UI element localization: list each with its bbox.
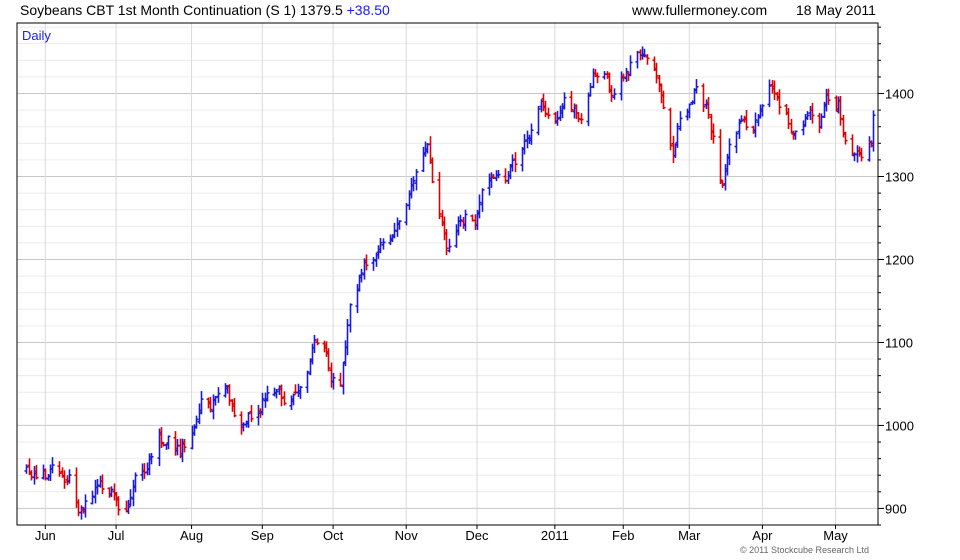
ohlc-bar [734,131,739,154]
x-tick-label: May [823,528,848,543]
y-tick-label: 900 [885,501,907,516]
ohlc-bar [588,83,593,97]
ohlc-bar [447,238,452,253]
ohlc-bar [480,188,485,212]
plot-frame [16,22,879,526]
ohlc-bar [348,303,353,333]
ohlc-bar [562,92,567,110]
x-tick-label: Aug [180,528,203,543]
ohlc-bar [739,115,744,123]
price-chart: Daily 900 1000 1100 1200 1300 1400 Jun Jul Aug S… [16,22,914,543]
ohlc-bar [260,392,265,416]
ohlc-bars [24,46,876,520]
copyright-notice: © 2011 Stockcube Research Ltd [740,545,870,555]
x-tick-label: Jul [108,528,125,543]
y-tick-label: 1200 [885,252,914,267]
x-tick-label: Dec [465,528,489,543]
ohlc-bar [867,136,872,162]
ohlc-bar [57,461,62,477]
x-tick-label: Oct [323,528,344,543]
x-tick-label: Nov [395,528,419,543]
ohlc-bar [381,238,386,250]
ohlc-bar [701,83,706,113]
ohlc-bar [338,372,343,387]
y-tick-label: 1300 [885,170,914,185]
ohlc-bar [678,111,683,131]
ohlc-bar [635,50,640,69]
y-tick-label: 1100 [885,335,913,350]
ohlc-bar [326,348,331,372]
ohlc-bar [437,171,442,220]
ohlc-bar [341,361,346,395]
y-tick-label: 1400 [885,87,914,102]
period-label: Daily [22,28,51,43]
ohlc-bar [404,203,409,226]
y-tick-label: 1000 [885,418,914,433]
ohlc-bar [569,90,574,113]
ohlc-bar [586,92,591,127]
y-axis: 900 1000 1100 1200 1300 1400 [878,26,914,526]
x-tick-label: Feb [612,528,634,543]
ohlc-bar [216,387,221,403]
x-tick-label: 2011 [541,528,569,543]
x-axis: Jun Jul Aug Sep Oct Nov Dec 2011 Feb Mar Apr May [35,525,848,543]
ohlc-bar [602,71,607,80]
ohlc-bar [843,131,848,145]
x-tick-label: Sep [251,528,274,543]
ohlc-bar [83,494,88,518]
grid [17,23,878,526]
x-tick-label: Apr [752,528,773,543]
ohlc-bar [414,169,419,191]
x-tick-label: Mar [678,528,701,543]
x-tick-label: Jun [35,528,56,543]
ohlc-bar [513,152,518,173]
ohlc-bar [718,129,723,185]
